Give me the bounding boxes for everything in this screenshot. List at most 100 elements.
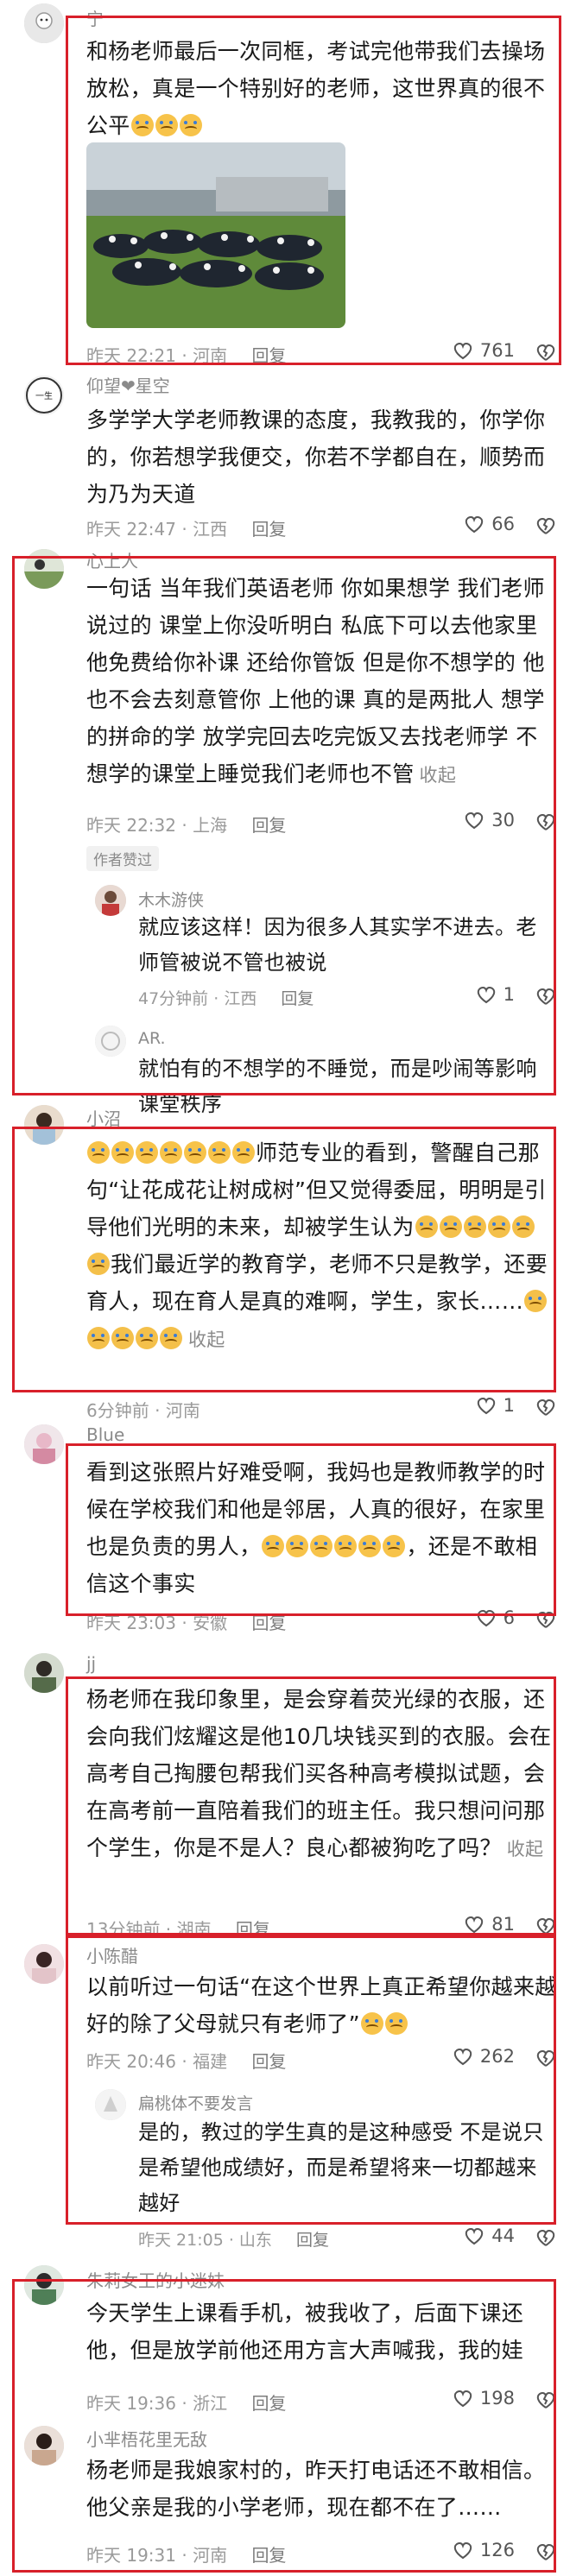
avatar[interactable]	[95, 885, 126, 916]
crying-face-icon	[87, 1141, 110, 1164]
avatar[interactable]: 一生	[24, 376, 64, 415]
avatar[interactable]	[24, 549, 64, 589]
avatar[interactable]	[24, 1424, 64, 1464]
username[interactable]: AR.	[138, 1029, 166, 1048]
reply-button[interactable]: 回复	[251, 345, 286, 366]
like-button[interactable]: 44	[464, 2226, 515, 2246]
reply-button[interactable]: 回复	[236, 1919, 270, 1940]
heart-icon	[466, 811, 484, 830]
broken-heart-icon[interactable]	[535, 2227, 556, 2248]
broken-heart-icon[interactable]	[535, 811, 556, 832]
crying-face-icon	[130, 114, 154, 136]
comment-feed: 宁 和杨老师最后一次同框，考试完他带我们去操场放松，真是一个特别好的老师，这世界…	[0, 0, 570, 2576]
username[interactable]: 小陈醋	[86, 1942, 138, 1967]
username[interactable]: 木木游侠	[138, 887, 204, 911]
username[interactable]: jj	[86, 1653, 96, 1674]
hug-face-icon	[415, 1215, 438, 1238]
avatar[interactable]	[95, 2089, 126, 2120]
reply-meta: 昨天 21:05 · 山东 回复	[138, 2231, 329, 2250]
hug-face-icon	[524, 1290, 548, 1312]
comment-photo[interactable]	[86, 142, 345, 328]
heart-icon	[466, 1916, 484, 1934]
comment-text: 看到这张照片好难受啊，我妈也是教师教学的时候在学校我们和他是邻居，人真的很好，在…	[86, 1460, 546, 1596]
collapse-link[interactable]: 收起	[188, 1329, 225, 1350]
crying-face-icon	[310, 1535, 333, 1557]
crying-face-icon	[334, 1535, 358, 1557]
like-button[interactable]: 262	[453, 2046, 515, 2067]
like-count: 262	[479, 2046, 515, 2067]
broken-heart-icon[interactable]	[535, 1397, 556, 1417]
reply-text: 就怕有的不想学的不睡觉，而是吵闹等影响课堂秩序	[138, 1057, 537, 1116]
heart-icon	[453, 2390, 472, 2408]
reply-button[interactable]: 回复	[251, 1613, 286, 1633]
avatar[interactable]	[24, 1105, 64, 1145]
crying-face-icon	[111, 1141, 134, 1164]
like-count: 761	[479, 340, 515, 361]
heart-icon	[453, 2541, 472, 2560]
broken-heart-icon[interactable]	[535, 2390, 556, 2410]
username[interactable]: Blue	[86, 1424, 124, 1445]
like-count: 6	[503, 1607, 515, 1628]
like-button[interactable]: 6	[476, 1607, 515, 1628]
hug-face-icon	[511, 1215, 535, 1238]
avatar[interactable]	[24, 3, 64, 43]
hug-face-icon	[136, 1327, 158, 1349]
reply-button[interactable]: 回复	[281, 989, 314, 1008]
like-button[interactable]: 66	[464, 514, 515, 534]
crying-face-icon	[136, 1141, 158, 1164]
heart-icon	[477, 1609, 495, 1627]
username[interactable]: 小沼	[86, 1105, 121, 1130]
username[interactable]: 小芈梧花里无敌	[86, 2426, 207, 2451]
crying-face-icon	[358, 1535, 382, 1557]
heart-icon	[466, 2227, 484, 2245]
broken-heart-icon[interactable]	[535, 986, 556, 1007]
crying-face-icon	[208, 1141, 231, 1164]
comment-meta: 昨天 23:03 · 安徽 回复	[86, 1613, 287, 1633]
avatar[interactable]	[95, 1026, 126, 1057]
like-button[interactable]: 126	[453, 2540, 515, 2560]
reply-button[interactable]: 回复	[251, 815, 286, 836]
avatar[interactable]	[24, 1944, 64, 1984]
comment-text: 多学学大学老师教课的态度，我教我的，你学你的，你若想学我便交，你若不学都自在，顺…	[86, 407, 546, 507]
like-button[interactable]: 761	[453, 340, 515, 361]
crying-face-icon	[383, 1535, 406, 1557]
hug-face-icon	[160, 1327, 182, 1349]
reply-button[interactable]: 回复	[251, 2051, 286, 2072]
username[interactable]: 扁桃体不要发言	[138, 2091, 253, 2114]
like-button[interactable]: 81	[464, 1914, 515, 1935]
crying-face-icon	[184, 1141, 206, 1164]
like-button[interactable]: 30	[464, 810, 515, 830]
reply-button[interactable]: 回复	[296, 2231, 329, 2250]
avatar[interactable]	[24, 2426, 64, 2466]
broken-heart-icon[interactable]	[535, 2541, 556, 2562]
username[interactable]: 心上人	[86, 547, 138, 572]
collapse-link[interactable]: 收起	[507, 1839, 544, 1859]
username[interactable]: 仰望❤星空	[86, 372, 170, 397]
username[interactable]: 朱莉女王的小迷妹	[86, 2267, 225, 2292]
broken-heart-icon[interactable]	[535, 1609, 556, 1630]
comment-text: 杨老师是我娘家村的，昨天打电话还不敢相信。他父亲是我的小学老师，现在都不在了……	[86, 2458, 546, 2520]
heart-icon	[453, 342, 472, 360]
like-count: 1	[503, 1395, 515, 1416]
like-button[interactable]: 198	[453, 2388, 515, 2409]
broken-heart-icon[interactable]	[535, 342, 556, 363]
reply-button[interactable]: 回复	[251, 2393, 286, 2414]
reply-meta: 47分钟前 · 江西 回复	[138, 989, 314, 1008]
reply-button[interactable]: 回复	[251, 519, 286, 540]
avatar[interactable]	[24, 1653, 64, 1693]
collapse-link[interactable]: 收起	[420, 765, 457, 786]
like-button[interactable]: 1	[476, 984, 515, 1005]
broken-heart-icon[interactable]	[535, 515, 556, 536]
broken-heart-icon[interactable]	[535, 1916, 556, 1936]
avatar[interactable]	[24, 2265, 64, 2305]
comment-meta: 昨天 19:36 · 浙江 回复	[86, 2393, 287, 2414]
hug-face-icon	[111, 1327, 134, 1349]
reply-button[interactable]: 回复	[251, 2545, 286, 2566]
username[interactable]: 宁	[86, 5, 104, 30]
hug-face-icon	[439, 1215, 462, 1238]
crying-face-icon	[360, 2012, 383, 2035]
heart-icon	[477, 986, 495, 1004]
hug-face-icon	[87, 1327, 110, 1349]
like-button[interactable]: 1	[476, 1395, 515, 1416]
broken-heart-icon[interactable]	[535, 2048, 556, 2068]
